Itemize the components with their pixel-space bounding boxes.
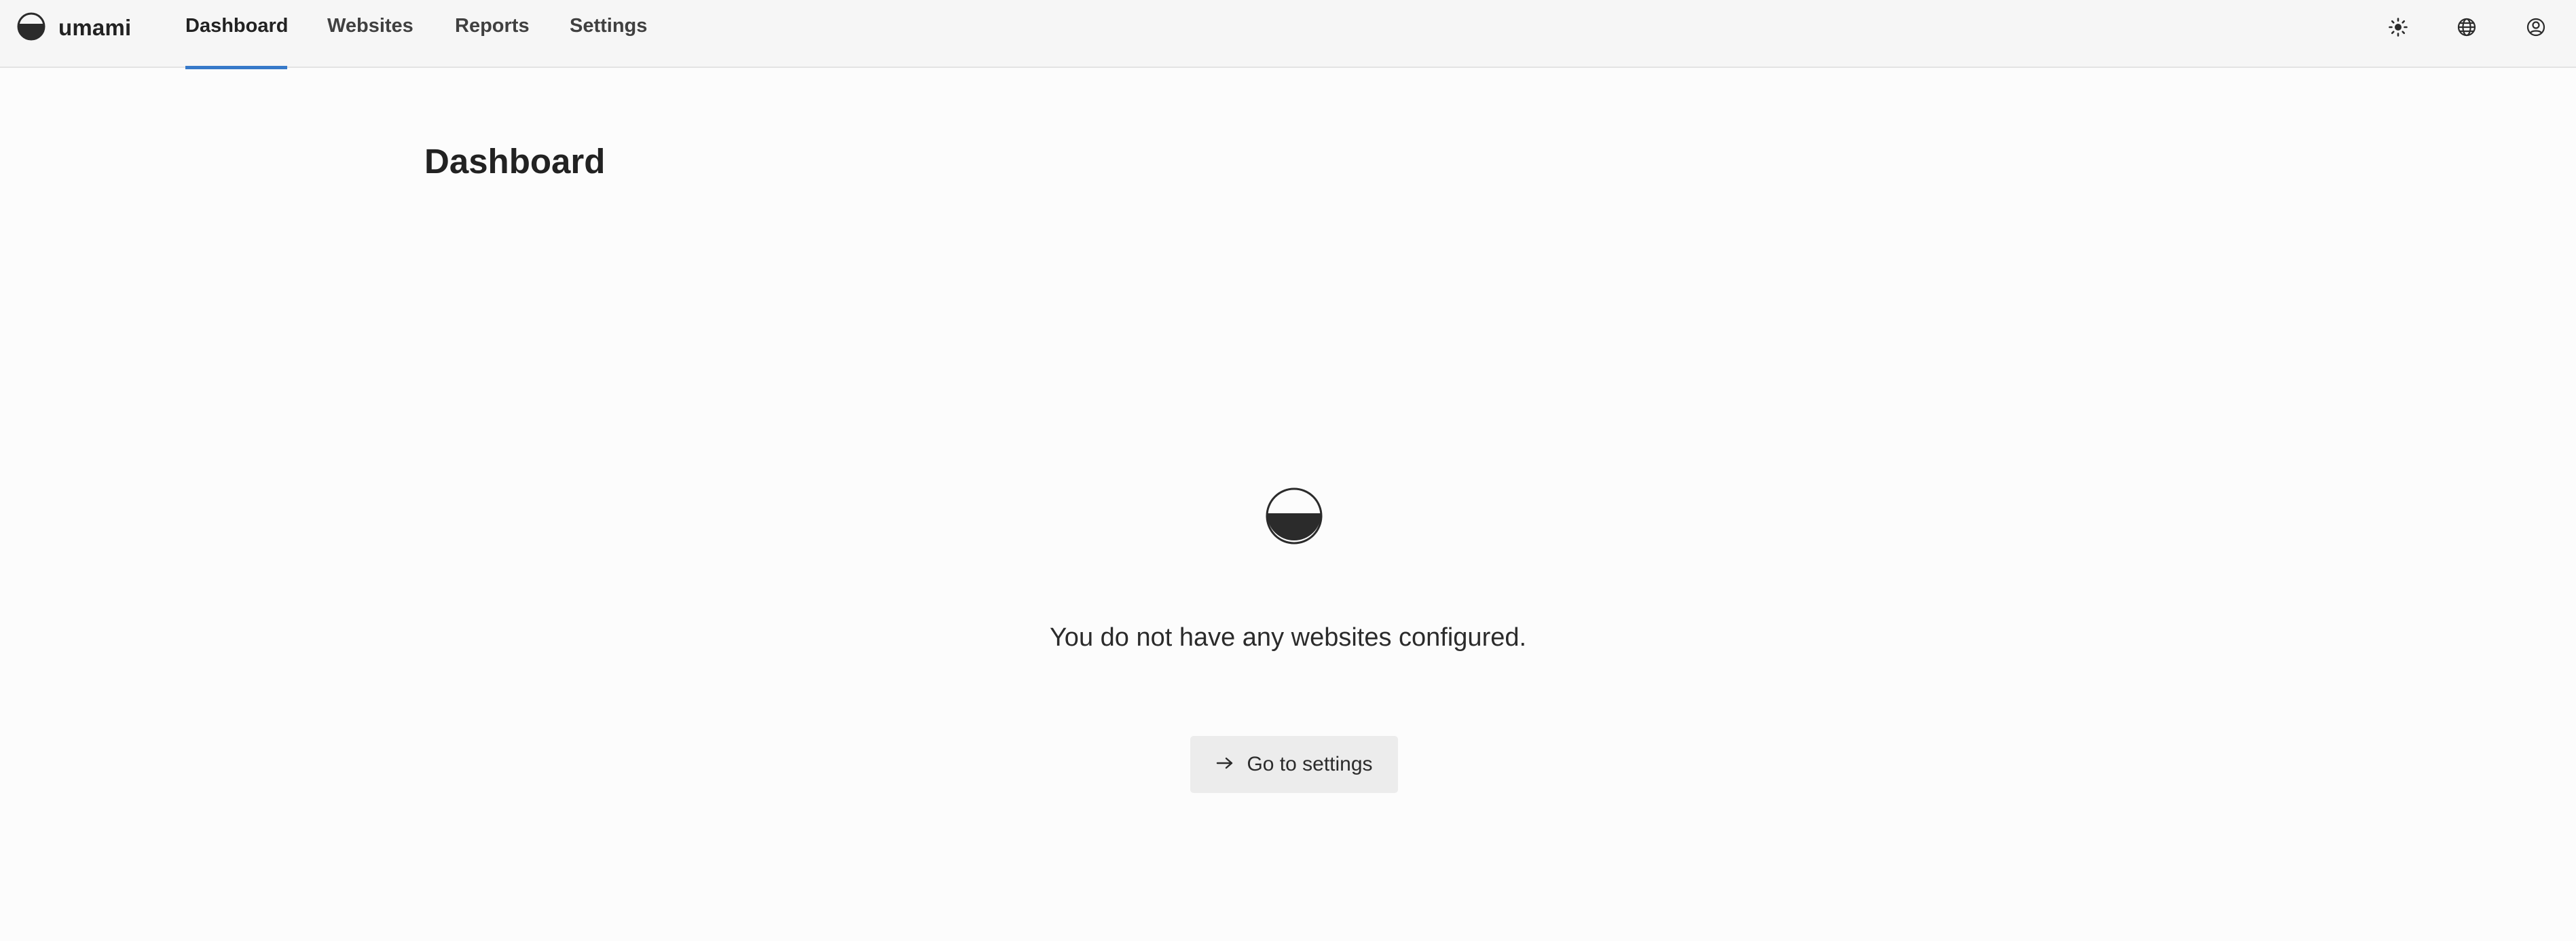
tab-dashboard[interactable]: Dashboard [185,0,288,69]
sun-icon [2388,17,2408,41]
page-title: Dashboard [424,142,606,181]
top-navigation-bar: umami Dashboard Websites Reports Setting… [0,0,2576,69]
tab-websites[interactable]: Websites [327,0,413,68]
umami-logo-icon [16,12,46,45]
tab-settings[interactable]: Settings [570,0,647,68]
user-circle-icon [2526,17,2546,41]
tab-reports[interactable]: Reports [455,0,530,68]
globe-icon [2457,17,2477,41]
empty-state-message: You do not have any websites configured. [1049,623,1527,652]
app-name: umami [58,15,132,40]
go-to-settings-label: Go to settings [1247,753,1373,775]
arrow-right-icon [1215,755,1234,775]
language-button[interactable] [2453,15,2480,42]
profile-button[interactable] [2522,15,2550,42]
brand[interactable]: umami [16,12,131,43]
theme-toggle-button[interactable] [2385,15,2412,42]
umami-logo-icon [1264,487,1325,545]
go-to-settings-button[interactable]: Go to settings [1190,736,1398,793]
